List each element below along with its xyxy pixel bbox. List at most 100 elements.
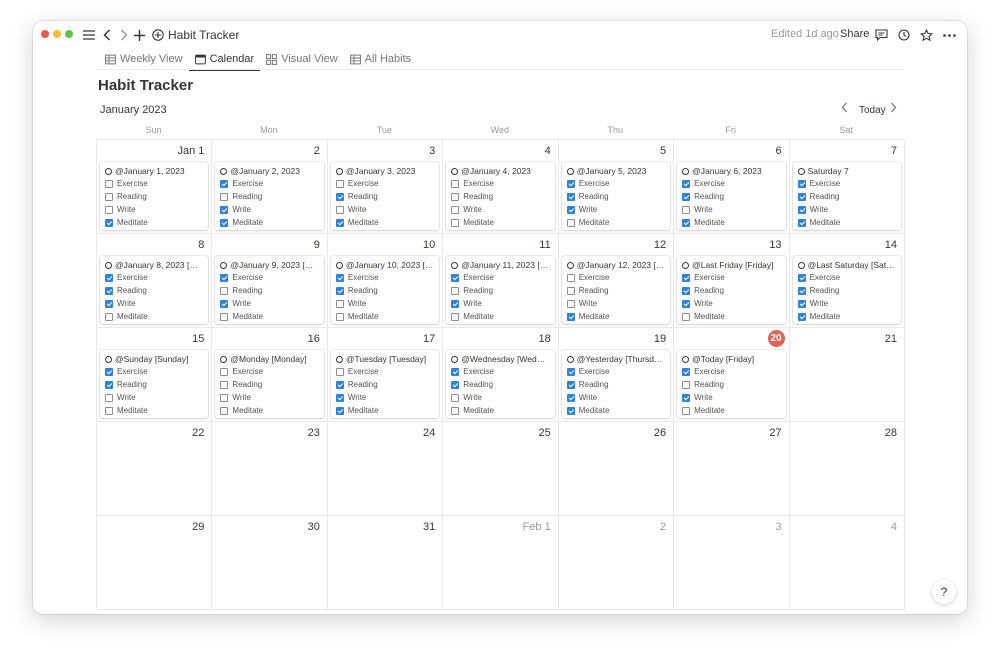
more-options-icon[interactable]	[941, 26, 957, 44]
calendar-day-cell[interactable]: 27	[674, 422, 790, 516]
habit-checkbox[interactable]	[335, 286, 344, 295]
habit-checkbox[interactable]	[682, 380, 691, 389]
habit-checkbox[interactable]	[566, 286, 575, 295]
habit-checkbox[interactable]	[451, 218, 460, 227]
tab-calendar[interactable]: Calendar	[188, 48, 261, 71]
calendar-day-cell[interactable]: 18 @Wednesday [Wednesday] Exercise Reading W…	[443, 328, 559, 422]
habit-checkbox[interactable]	[451, 286, 460, 295]
calendar-day-cell[interactable]: 23	[212, 422, 328, 516]
habit-checkbox[interactable]	[451, 367, 460, 376]
tab-weekly-view[interactable]: Weekly View	[99, 48, 189, 70]
habit-checkbox[interactable]	[105, 299, 113, 308]
calendar-day-cell[interactable]: 9 @January 9, 2023 [Monday] Exercise Readin…	[212, 234, 328, 328]
menu-icon[interactable]	[82, 26, 96, 44]
habit-checkbox[interactable]	[682, 179, 691, 188]
habit-checkbox[interactable]	[451, 406, 460, 415]
calendar-day-cell[interactable]: Jan 1 @January 1, 2023 Exercise Reading Writ…	[97, 140, 213, 234]
habit-checkbox[interactable]	[797, 273, 806, 282]
today-button[interactable]: Today	[859, 105, 886, 116]
next-month-chevron-icon[interactable]	[890, 101, 897, 116]
calendar-day-cell[interactable]: 28	[789, 422, 905, 516]
habit-checkbox[interactable]	[451, 393, 460, 402]
habit-entry-card[interactable]: @Today [Friday] Exercise Reading Write Medit…	[677, 350, 786, 418]
habit-checkbox[interactable]	[682, 393, 691, 402]
calendar-day-cell[interactable]: 4 @January 4, 2023 Exercise Reading Write Med…	[443, 140, 559, 234]
habit-checkbox[interactable]	[105, 205, 113, 214]
habit-checkbox[interactable]	[105, 192, 113, 201]
habit-checkbox[interactable]	[220, 299, 229, 308]
habit-entry-card[interactable]: @January 2, 2023 Exercise Reading Write Medi…	[215, 162, 324, 230]
habit-checkbox[interactable]	[335, 406, 344, 415]
habit-checkbox[interactable]	[220, 192, 229, 201]
habit-checkbox[interactable]	[566, 406, 575, 415]
calendar-day-cell[interactable]: 15 @Sunday [Sunday] Exercise Reading Write Me…	[97, 328, 213, 422]
habit-checkbox[interactable]	[105, 286, 113, 295]
habit-checkbox[interactable]	[220, 406, 229, 415]
calendar-day-cell[interactable]: 16 @Monday [Monday] Exercise Reading Write Me…	[212, 328, 328, 422]
habit-entry-card[interactable]: @Last Saturday [Saturday] Exercise Reading…	[792, 256, 901, 324]
habit-checkbox[interactable]	[335, 192, 344, 201]
plus-icon[interactable]	[133, 26, 145, 44]
habit-checkbox[interactable]	[566, 380, 575, 389]
calendar-day-cell[interactable]: 4	[789, 516, 905, 610]
habit-checkbox[interactable]	[220, 205, 229, 214]
back-arrow-icon[interactable]	[101, 26, 113, 44]
habit-checkbox[interactable]	[335, 367, 344, 376]
habit-entry-card[interactable]: @Monday [Monday] Exercise Reading Write Medi…	[215, 350, 324, 418]
habit-checkbox[interactable]	[451, 273, 460, 282]
tab-visual-view[interactable]: Visual View	[260, 48, 343, 70]
habit-checkbox[interactable]	[105, 367, 113, 376]
habit-checkbox[interactable]	[335, 179, 344, 188]
tab-all-habits[interactable]: All Habits	[344, 48, 417, 70]
habit-entry-card[interactable]: @Sunday [Sunday] Exercise Reading Write Medi…	[100, 350, 209, 418]
calendar-day-cell[interactable]: 14 @Last Saturday [Saturday] Exercise Readi…	[789, 234, 905, 328]
calendar-day-cell[interactable]: 24	[327, 422, 444, 516]
habit-entry-card[interactable]: @January 6, 2023 Exercise Reading Write Medi…	[677, 162, 786, 230]
previous-month-chevron-icon[interactable]	[841, 101, 848, 116]
habit-checkbox[interactable]	[105, 406, 113, 415]
habit-checkbox[interactable]	[105, 273, 113, 282]
habit-checkbox[interactable]	[335, 205, 344, 214]
habit-checkbox[interactable]	[566, 367, 575, 376]
habit-checkbox[interactable]	[682, 312, 691, 321]
calendar-day-cell[interactable]: 2 @January 2, 2023 Exercise Reading Write Med…	[212, 140, 328, 234]
favorite-star-icon[interactable]	[919, 26, 933, 44]
habit-checkbox[interactable]	[566, 179, 575, 188]
habit-entry-card[interactable]: @January 8, 2023 [Sunday] Exercise Reading…	[100, 256, 209, 324]
habit-entry-card[interactable]: @Tuesday [Tuesday] Exercise Reading Write Me…	[330, 350, 440, 418]
calendar-day-cell[interactable]: 10 @January 10, 2023 [Tuesday] Exercise Rea…	[327, 234, 444, 328]
habit-checkbox[interactable]	[105, 312, 113, 321]
calendar-day-cell[interactable]: 26	[558, 422, 675, 516]
habit-checkbox[interactable]	[451, 205, 460, 214]
calendar-day-cell[interactable]: 30	[212, 516, 328, 610]
calendar-day-cell[interactable]: 29	[97, 516, 213, 610]
habit-checkbox[interactable]	[682, 273, 691, 282]
habit-entry-card[interactable]: Saturday 7 Exercise Reading Write Meditate	[792, 162, 901, 230]
calendar-day-cell[interactable]: 19 @Yesterday [Thursday] Exercise Reading Wr…	[558, 328, 675, 422]
habit-checkbox[interactable]	[797, 179, 806, 188]
habit-checkbox[interactable]	[682, 192, 691, 201]
habit-checkbox[interactable]	[335, 299, 344, 308]
habit-checkbox[interactable]	[566, 312, 575, 321]
calendar-day-cell[interactable]: 20 @Today [Friday] Exercise Reading Write Med…	[674, 328, 790, 422]
habit-checkbox[interactable]	[220, 380, 229, 389]
habit-entry-card[interactable]: @January 12, 2023 [Thursday] Exercise Read…	[561, 256, 671, 324]
habit-checkbox[interactable]	[566, 273, 575, 282]
habit-entry-card[interactable]: @Wednesday [Wednesday] Exercise Reading Wri…	[446, 350, 555, 418]
habit-checkbox[interactable]	[566, 393, 575, 402]
close-window-button[interactable]	[41, 30, 49, 38]
habit-checkbox[interactable]	[451, 192, 460, 201]
habit-checkbox[interactable]	[220, 367, 229, 376]
habit-checkbox[interactable]	[105, 380, 113, 389]
habit-checkbox[interactable]	[451, 299, 460, 308]
habit-entry-card[interactable]: @Last Friday [Friday] Exercise Reading Writ…	[677, 256, 786, 324]
habit-checkbox[interactable]	[335, 393, 344, 402]
calendar-day-cell[interactable]: 8 @January 8, 2023 [Sunday] Exercise Readin…	[97, 234, 213, 328]
habit-entry-card[interactable]: @January 4, 2023 Exercise Reading Write Medi…	[446, 162, 555, 230]
calendar-day-cell[interactable]: Feb 1	[443, 516, 559, 610]
habit-checkbox[interactable]	[682, 205, 691, 214]
habit-checkbox[interactable]	[220, 312, 229, 321]
habit-entry-card[interactable]: @Yesterday [Thursday] Exercise Reading Writ…	[561, 350, 671, 418]
minimize-window-button[interactable]	[53, 30, 61, 38]
habit-checkbox[interactable]	[566, 192, 575, 201]
